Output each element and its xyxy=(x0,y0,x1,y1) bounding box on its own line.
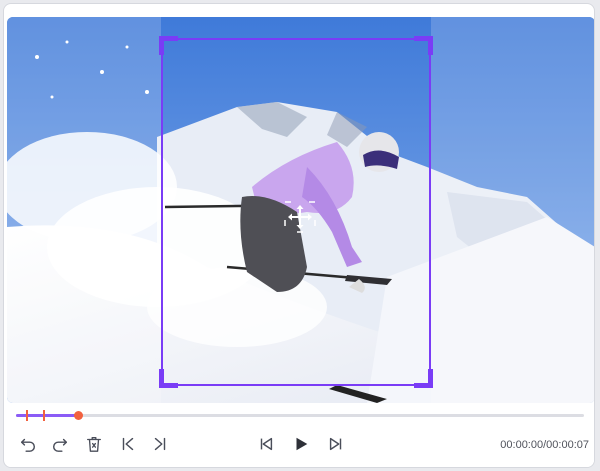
video-crop-editor: 00:00:00/00:00:07 xyxy=(3,3,595,468)
mark-in-icon xyxy=(122,437,134,451)
time-display: 00:00:00/00:00:07 xyxy=(500,439,589,451)
crop-handle-top-left[interactable] xyxy=(159,36,178,55)
trash-icon xyxy=(87,437,101,452)
playback-controls: 00:00:00/00:00:07 xyxy=(7,403,594,467)
timeline-slider[interactable] xyxy=(16,410,584,421)
skip-next-icon xyxy=(329,437,342,451)
video-preview xyxy=(7,17,594,403)
mark-in-button[interactable] xyxy=(117,433,139,455)
undo-button[interactable] xyxy=(17,433,39,455)
mark-out-icon xyxy=(154,437,166,451)
redo-button[interactable] xyxy=(49,433,71,455)
move-arrows-icon[interactable] xyxy=(284,201,316,233)
redo-icon xyxy=(52,438,68,452)
playhead-handle[interactable] xyxy=(74,411,83,420)
clip-marker-in[interactable] xyxy=(26,410,28,421)
mark-out-button[interactable] xyxy=(149,433,171,455)
crop-handle-top-right[interactable] xyxy=(414,36,433,55)
timeline-track[interactable] xyxy=(16,414,584,417)
crop-handle-bottom-right[interactable] xyxy=(414,369,433,388)
play-icon xyxy=(296,437,308,451)
next-frame-button[interactable] xyxy=(325,433,347,455)
play-button[interactable] xyxy=(290,433,312,455)
crop-handle-bottom-left[interactable] xyxy=(159,369,178,388)
delete-button[interactable] xyxy=(83,433,105,455)
previous-frame-button[interactable] xyxy=(255,433,277,455)
undo-icon xyxy=(20,438,36,452)
skip-previous-icon xyxy=(260,437,273,451)
time-current: 00:00:00 xyxy=(500,439,544,451)
time-total: 00:00:07 xyxy=(546,439,589,451)
clip-marker-out[interactable] xyxy=(43,410,45,421)
